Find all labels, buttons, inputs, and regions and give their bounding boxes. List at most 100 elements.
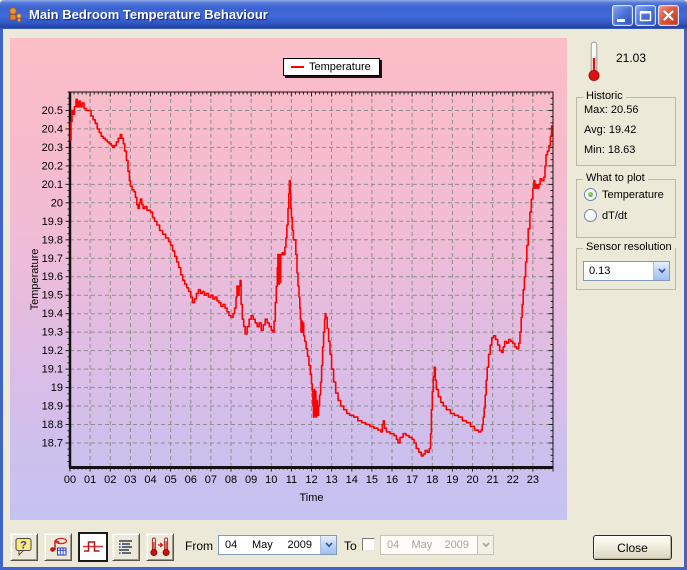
maximize-icon bbox=[639, 11, 652, 22]
gridlines bbox=[70, 92, 553, 467]
close-button[interactable]: Close bbox=[593, 535, 672, 560]
close-icon bbox=[663, 10, 674, 21]
svg-text:19.7: 19.7 bbox=[42, 253, 63, 265]
svg-text:20: 20 bbox=[51, 197, 63, 209]
to-enable-checkbox[interactable] bbox=[362, 538, 375, 551]
svg-text:06: 06 bbox=[185, 474, 197, 486]
music-log-button[interactable] bbox=[44, 533, 72, 561]
svg-text:20.2: 20.2 bbox=[42, 160, 63, 172]
x-axis-labels: 00 01 02 03 04 05 06 07 08 09 10 11 12 13 14 15 16 17 18 19… bbox=[64, 474, 539, 486]
radio-label-dtdt: dT/dt bbox=[602, 209, 628, 222]
close-window-button[interactable] bbox=[658, 5, 679, 26]
svg-text:20.4: 20.4 bbox=[42, 123, 63, 135]
svg-text:19: 19 bbox=[51, 382, 63, 394]
svg-text:14: 14 bbox=[346, 474, 358, 486]
svg-text:17: 17 bbox=[406, 474, 418, 486]
svg-text:05: 05 bbox=[164, 474, 176, 486]
radio-button[interactable] bbox=[584, 209, 597, 222]
to-day: 04 bbox=[387, 539, 400, 551]
maximize-button[interactable] bbox=[635, 5, 656, 26]
svg-text:20.3: 20.3 bbox=[42, 142, 63, 154]
historic-max-row: Max: 20.56 bbox=[584, 103, 675, 118]
historic-avg-value: 19.42 bbox=[608, 124, 637, 136]
svg-text:02: 02 bbox=[104, 474, 116, 486]
svg-text:15: 15 bbox=[366, 474, 378, 486]
legend-dash-icon bbox=[291, 66, 304, 68]
to-year: 2009 bbox=[444, 539, 469, 551]
svg-text:18.9: 18.9 bbox=[42, 401, 63, 413]
sensor-resolution-title: Sensor resolution bbox=[583, 241, 675, 253]
historic-max-value: 20.56 bbox=[610, 104, 639, 116]
app-window: Main Bedroom Temperature Behaviour 00 01 0… bbox=[0, 0, 687, 570]
x-axis-title: Time bbox=[299, 492, 323, 504]
historic-groupbox: Historic Max: 20.56 Avg: 19.42 Min: 18.6… bbox=[576, 90, 676, 166]
historic-avg-row: Avg: 19.42 bbox=[584, 123, 675, 138]
historic-min-row: Min: 18.63 bbox=[584, 143, 675, 158]
svg-text:19.5: 19.5 bbox=[42, 290, 63, 302]
historic-max-label: Max: bbox=[584, 104, 608, 116]
window-border-left bbox=[0, 29, 3, 570]
svg-text:00: 00 bbox=[64, 474, 76, 486]
report-list-button[interactable] bbox=[112, 533, 140, 561]
to-date-select: 04 May 2009 bbox=[380, 535, 494, 555]
svg-text:08: 08 bbox=[225, 474, 237, 486]
svg-text:09: 09 bbox=[245, 474, 257, 486]
historic-title: Historic bbox=[583, 90, 626, 102]
svg-text:19.3: 19.3 bbox=[42, 327, 63, 339]
svg-text:18.7: 18.7 bbox=[42, 438, 63, 450]
help-icon: ? bbox=[15, 538, 32, 557]
chart-icon bbox=[83, 541, 103, 552]
sensor-resolution-select[interactable]: 0.13 bbox=[583, 261, 670, 281]
svg-text:04: 04 bbox=[144, 474, 156, 486]
from-month: May bbox=[251, 539, 273, 551]
close-button-label: Close bbox=[617, 540, 648, 555]
svg-text:16: 16 bbox=[386, 474, 398, 486]
svg-text:23: 23 bbox=[527, 474, 539, 486]
svg-text:?: ? bbox=[20, 540, 27, 552]
svg-text:21: 21 bbox=[486, 474, 498, 486]
from-year: 2009 bbox=[287, 539, 312, 551]
thermometer-icon bbox=[588, 41, 600, 81]
what-to-plot-groupbox: What to plot Temperature dT/dt bbox=[576, 172, 676, 238]
help-button[interactable]: ? bbox=[10, 533, 38, 561]
svg-text:19.9: 19.9 bbox=[42, 216, 63, 228]
svg-text:10: 10 bbox=[265, 474, 277, 486]
svg-text:11: 11 bbox=[286, 474, 297, 486]
radio-label-temperature: Temperature bbox=[602, 188, 664, 201]
historic-avg-label: Avg: bbox=[584, 124, 606, 136]
from-date-select[interactable]: 04 May 2009 bbox=[218, 535, 337, 555]
svg-text:07: 07 bbox=[205, 474, 217, 486]
to-month: May bbox=[411, 539, 433, 551]
from-day: 04 bbox=[225, 539, 238, 551]
chart-panel: 00 01 02 03 04 05 06 07 08 09 10 11 12 13 14 15 16 17 18 19… bbox=[10, 38, 567, 520]
chevron-down-icon[interactable] bbox=[320, 536, 336, 554]
svg-text:19.8: 19.8 bbox=[42, 234, 63, 246]
what-to-plot-title: What to plot bbox=[583, 172, 648, 184]
temperature-series-line bbox=[70, 98, 553, 457]
music-log-icon bbox=[50, 537, 68, 556]
legend-label: Temperature bbox=[309, 61, 371, 73]
svg-text:12: 12 bbox=[305, 474, 317, 486]
svg-text:18: 18 bbox=[426, 474, 438, 486]
temperature-chart: 00 01 02 03 04 05 06 07 08 09 10 11 12 13 14 15 16 17 18 19… bbox=[29, 91, 554, 504]
chevron-down-icon[interactable] bbox=[653, 262, 669, 280]
radio-option-temperature[interactable]: Temperature bbox=[584, 188, 675, 201]
radio-option-dtdt[interactable]: dT/dt bbox=[584, 209, 675, 222]
list-icon bbox=[119, 540, 132, 554]
sensor-resolution-groupbox: Sensor resolution 0.13 bbox=[576, 241, 676, 290]
from-date-value: 04 May 2009 bbox=[219, 536, 320, 554]
sensor-transfer-button[interactable] bbox=[146, 533, 174, 561]
svg-text:19.1: 19.1 bbox=[42, 364, 63, 376]
to-date-value: 04 May 2009 bbox=[381, 536, 477, 554]
sensor-resolution-value: 0.13 bbox=[589, 265, 611, 277]
radio-button[interactable] bbox=[584, 188, 597, 201]
thermometer-transfer-icon bbox=[150, 537, 170, 556]
window-title: Main Bedroom Temperature Behaviour bbox=[29, 7, 268, 22]
svg-text:20.1: 20.1 bbox=[42, 179, 63, 191]
chart-view-button[interactable] bbox=[78, 532, 108, 562]
svg-text:20.5: 20.5 bbox=[42, 105, 63, 117]
to-label: To bbox=[344, 539, 357, 553]
minimize-button[interactable] bbox=[612, 5, 633, 26]
svg-text:03: 03 bbox=[124, 474, 136, 486]
svg-text:01: 01 bbox=[84, 474, 96, 486]
